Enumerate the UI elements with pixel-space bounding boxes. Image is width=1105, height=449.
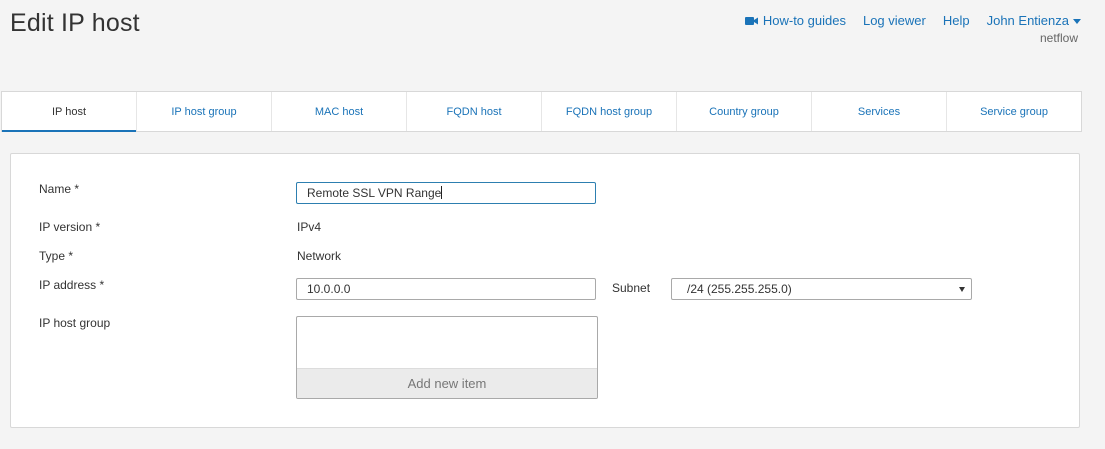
page-title: Edit IP host xyxy=(10,9,140,37)
howto-guides-link[interactable]: How-to guides xyxy=(744,13,846,28)
edit-form-panel: Name * Remote SSL VPN Range IP version *… xyxy=(10,153,1080,428)
tab-mac-host[interactable]: MAC host xyxy=(272,92,407,131)
chevron-down-icon xyxy=(959,286,965,292)
name-label: Name * xyxy=(39,182,80,196)
tab-bar: IP host IP host group MAC host FQDN host… xyxy=(1,91,1082,132)
ip-address-field[interactable]: 10.0.0.0 xyxy=(296,278,596,300)
video-camera-icon xyxy=(744,16,758,26)
name-field-value: Remote SSL VPN Range xyxy=(307,186,442,200)
ip-version-value: IPv4 xyxy=(297,220,322,234)
user-menu[interactable]: John Entienza xyxy=(987,13,1081,28)
tab-country-group[interactable]: Country group xyxy=(677,92,812,131)
tab-ip-host[interactable]: IP host xyxy=(2,92,137,132)
ip-host-group-list[interactable]: Add new item xyxy=(296,316,598,399)
tenant-name: netflow xyxy=(1039,31,1078,45)
chevron-down-icon xyxy=(1073,19,1081,24)
help-link[interactable]: Help xyxy=(943,13,970,28)
name-field[interactable]: Remote SSL VPN Range xyxy=(296,182,596,204)
howto-guides-label: How-to guides xyxy=(762,13,846,28)
subnet-select[interactable]: /24 (255.255.255.0) xyxy=(671,278,972,300)
user-name: John Entienza xyxy=(986,13,1069,28)
ip-address-label: IP address * xyxy=(39,278,105,292)
log-viewer-link[interactable]: Log viewer xyxy=(863,13,926,28)
tab-service-group[interactable]: Service group xyxy=(947,92,1081,131)
type-value: Network xyxy=(297,249,342,263)
tab-fqdn-host[interactable]: FQDN host xyxy=(407,92,542,131)
type-label: Type * xyxy=(39,249,74,263)
subnet-value: /24 (255.255.255.0) xyxy=(687,282,792,296)
text-cursor xyxy=(441,186,443,199)
ip-version-label: IP version * xyxy=(39,220,101,234)
tab-fqdn-host-group[interactable]: FQDN host group xyxy=(542,92,677,131)
top-navigation: How-to guides Log viewer Help John Entie… xyxy=(744,13,1081,28)
tab-services[interactable]: Services xyxy=(812,92,947,131)
add-new-item-button[interactable]: Add new item xyxy=(297,368,597,398)
ip-address-value: 10.0.0.0 xyxy=(307,282,351,296)
subnet-label: Subnet xyxy=(612,281,651,295)
tab-ip-host-group[interactable]: IP host group xyxy=(137,92,272,131)
ip-host-group-label: IP host group xyxy=(39,316,111,330)
